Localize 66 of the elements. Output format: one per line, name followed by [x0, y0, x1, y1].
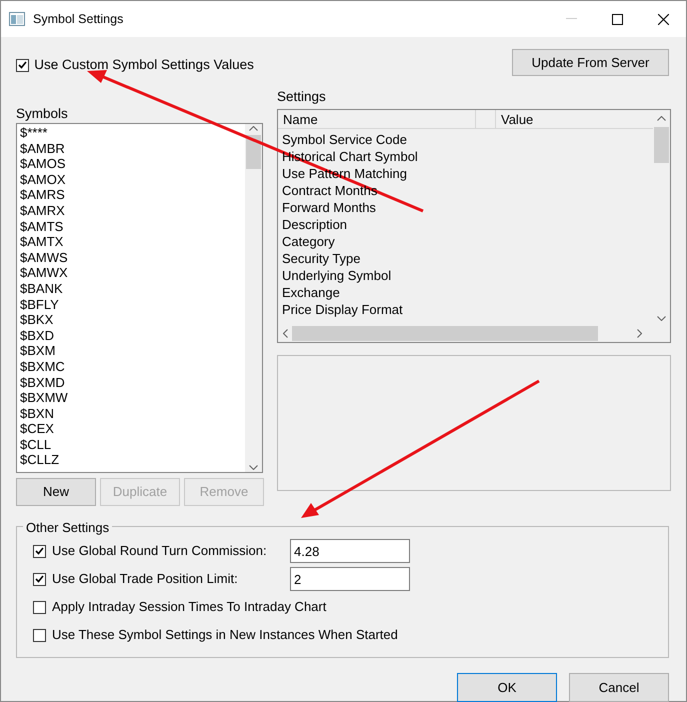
checkbox[interactable]	[33, 544, 46, 558]
list-item[interactable]: $CLLZ	[20, 452, 242, 468]
list-item[interactable]: $CEX	[20, 421, 242, 437]
list-item[interactable]: $BXM	[20, 343, 242, 359]
list-item[interactable]: $BXD	[20, 328, 242, 344]
maximize-icon[interactable]	[612, 14, 622, 24]
list-item[interactable]: $AMOX	[20, 172, 242, 188]
symbol-list[interactable]: $**** $AMBR $AMOS $AMOX $AMRS $AMRX $AMTS $AMTX $AMWS $AMWX $BANK $BFLY $BKX $BXD $BXM $BXMC $BXMD $BXMW $BXN $CEX $CLL $CLLZ	[16, 123, 263, 473]
cancel-button[interactable]: Cancel	[569, 673, 669, 702]
checkbox[interactable]	[33, 600, 46, 614]
window-title: Symbol Settings	[33, 10, 124, 28]
list-item[interactable]: $BXMW	[20, 390, 242, 406]
scrollbar[interactable]	[245, 124, 262, 472]
table-cell[interactable]: Underlying Symbol	[278, 267, 653, 284]
update-from-server-button[interactable]: Update From Server	[512, 49, 669, 76]
checkbox[interactable]	[16, 58, 29, 72]
checkbox-label[interactable]: Use Global Trade Position Limit:	[52, 569, 284, 589]
scroll-thumb[interactable]	[246, 135, 261, 169]
table-cell[interactable]: Category	[278, 233, 653, 250]
list-item[interactable]: $BXN	[20, 406, 242, 422]
app-icon	[9, 12, 25, 26]
list-item[interactable]: $CLL	[20, 436, 242, 452]
scroll-up-icon[interactable]	[249, 126, 258, 131]
input-field[interactable]: 2	[290, 567, 410, 591]
scroll-thumb[interactable]	[292, 326, 598, 341]
list-item[interactable]: $BXMC	[20, 358, 242, 374]
list-item[interactable]: $AMRX	[20, 202, 242, 219]
list-item[interactable]: $BANK	[20, 280, 242, 297]
checkbox[interactable]	[33, 572, 46, 586]
checkbox[interactable]	[33, 628, 46, 642]
list-item[interactable]: $AMOS	[20, 156, 242, 172]
symbols-label: Symbols	[16, 105, 69, 123]
settings-label: Settings	[277, 88, 327, 106]
list-item[interactable]: $****	[20, 125, 242, 141]
table-cell[interactable]: Exchange	[278, 284, 653, 301]
list-item[interactable]: $BXMD	[20, 374, 242, 390]
close-icon[interactable]	[658, 14, 668, 24]
scroll-left-icon[interactable]	[283, 329, 288, 338]
input-field[interactable]: 4.28	[290, 539, 410, 563]
table-cell[interactable]: Security Type	[278, 250, 653, 267]
scroll-up-icon[interactable]	[657, 116, 666, 121]
list-item[interactable]: $BFLY	[20, 296, 242, 312]
column-header[interactable]: Value	[496, 110, 653, 128]
ok-button[interactable]: OK	[457, 673, 557, 702]
scroll-right-icon[interactable]	[637, 329, 642, 338]
list-item[interactable]: $AMTS	[20, 218, 242, 234]
checkbox-label[interactable]: Use Global Round Turn Commission:	[52, 541, 284, 561]
list-item[interactable]: $BKX	[20, 312, 242, 328]
list-item[interactable]: $AMTX	[20, 234, 242, 250]
list-item[interactable]: $AMWX	[20, 265, 242, 281]
scroll-thumb[interactable]	[654, 127, 669, 163]
list-item[interactable]: $AMRS	[20, 187, 242, 203]
checkbox-label[interactable]: Apply Intraday Session Times To Intraday Chart	[52, 597, 326, 617]
scroll-down-icon[interactable]	[249, 465, 258, 470]
list-item[interactable]: $AMWS	[20, 250, 242, 266]
checkbox-label[interactable]: Use Custom Symbol Settings Values	[34, 55, 254, 76]
table-cell[interactable]: Description	[278, 216, 653, 233]
table-cell[interactable]: Price Display Format	[278, 301, 653, 318]
checkbox-label[interactable]: Use These Symbol Settings in New Instances When Started	[52, 625, 398, 645]
button[interactable]: New	[16, 478, 96, 506]
list-item[interactable]: $AMBR	[20, 140, 242, 156]
table-cell[interactable]: Contract Months	[278, 182, 653, 199]
table-cell[interactable]: Forward Months	[278, 199, 653, 216]
scroll-down-icon[interactable]	[657, 316, 666, 321]
column-header[interactable]: Name	[278, 110, 476, 128]
table-cell[interactable]: Symbol Service Code	[278, 131, 653, 148]
